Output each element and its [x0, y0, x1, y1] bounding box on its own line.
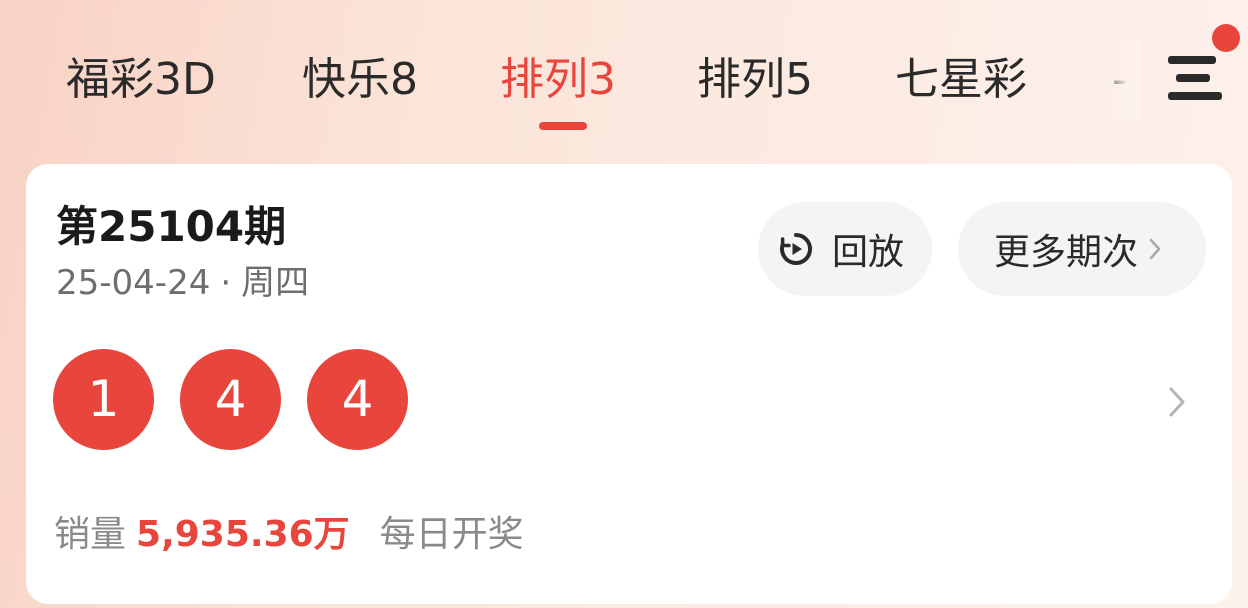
draw-schedule: 每日开奖 [379, 514, 524, 555]
more-issues-label: 更多期次 [994, 232, 1139, 273]
date-separator: · [220, 263, 232, 303]
chevron-right-icon [1149, 238, 1161, 260]
replay-icon [780, 233, 812, 265]
draw-result-card: 第25104期 25-04-24 · 周四 回放 更多期次 1 4 4 销量 5,93… [26, 164, 1232, 604]
draw-date-row: 25-04-24 · 周四 [56, 262, 309, 304]
tab-fucai-3d[interactable]: 福彩3D [66, 52, 216, 108]
menu-button[interactable] [1150, 40, 1236, 120]
sales-amount: 5,935.36万 [136, 514, 350, 555]
number-ball: 1 [53, 349, 154, 450]
draw-weekday: 周四 [241, 263, 310, 303]
sales-info: 销量 5,935.36万 每日开奖 [54, 512, 524, 558]
active-tab-indicator [539, 122, 587, 130]
tab-overflow-fade [1100, 40, 1140, 120]
number-ball: 4 [307, 349, 408, 450]
tab-qixingcai[interactable]: 七星彩 [895, 52, 1027, 108]
tab-kuaile-8[interactable]: 快乐8 [302, 52, 418, 108]
number-ball: 4 [180, 349, 281, 450]
notification-dot [1212, 24, 1240, 52]
draw-issue-number: 第25104期 [56, 202, 287, 251]
tab-pailie-5[interactable]: 排列5 [697, 52, 813, 108]
tab-pailie-3[interactable]: 排列3 [500, 52, 616, 108]
lottery-tab-bar: 福彩3D 快乐8 排列3 排列5 七星彩 - [0, 0, 1248, 160]
replay-label: 回放 [832, 232, 905, 273]
chevron-right-icon[interactable] [1166, 384, 1188, 420]
draw-date: 25-04-24 [56, 263, 211, 303]
more-issues-button[interactable]: 更多期次 [958, 202, 1206, 296]
replay-button[interactable]: 回放 [758, 202, 932, 296]
sales-label: 销量 [54, 514, 127, 555]
